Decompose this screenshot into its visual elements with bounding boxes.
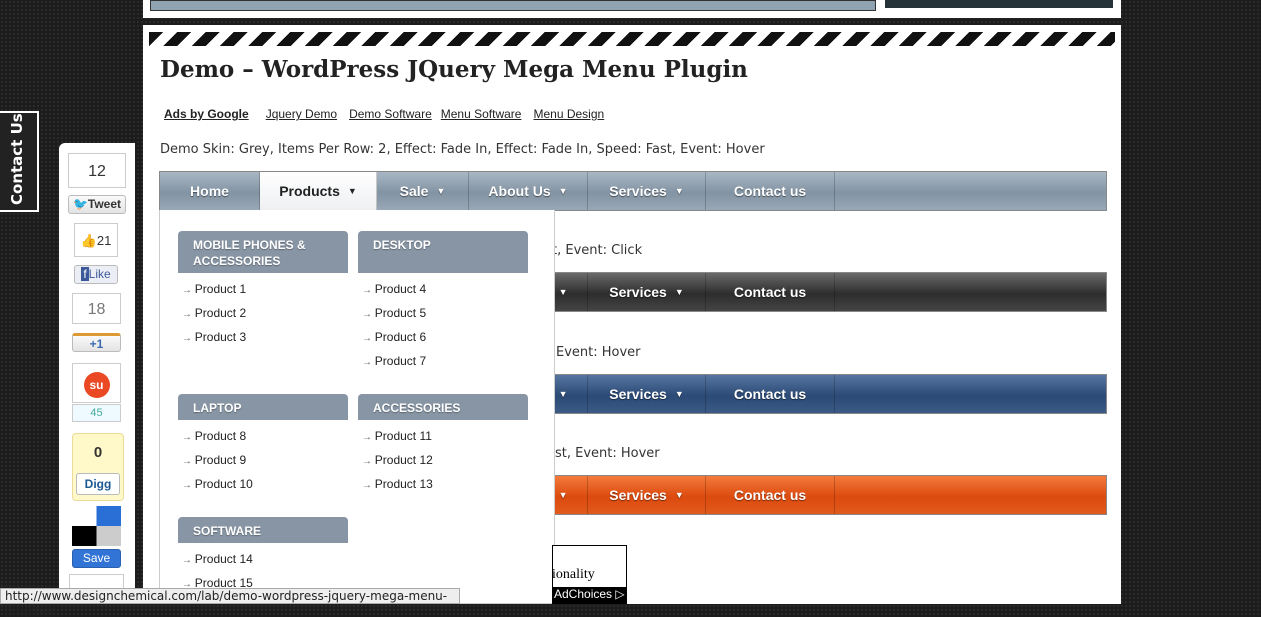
like-count: 👍21: [74, 223, 118, 257]
dropdown-product-link[interactable]: Product 13: [362, 477, 433, 491]
menu-item-label: Services: [609, 487, 667, 503]
ads-bar: Ads by Google Jquery Demo Demo Software …: [164, 107, 616, 121]
dropdown-product-link[interactable]: Product 6: [362, 330, 426, 344]
menu-item-label: Products: [279, 183, 340, 199]
dropdown-product-link[interactable]: Product 2: [182, 306, 246, 320]
menu-item-label: Contact us: [733, 183, 807, 199]
menu-item-services[interactable]: Services ▼: [588, 273, 706, 311]
menu-item-label: Sale: [399, 183, 429, 199]
caret-down-icon: ▼: [347, 186, 357, 196]
facebook-icon: f: [81, 267, 89, 281]
stumbleupon-button[interactable]: su: [72, 363, 121, 403]
adchoices-link[interactable]: AdChoices ▷: [552, 587, 627, 604]
header-banner: [885, 0, 1113, 8]
caret-down-icon: ▼: [558, 389, 568, 399]
dropdown-product-link[interactable]: Product 4: [362, 282, 426, 296]
demo-description: Event: Hover: [556, 345, 641, 360]
plusone-count: 18: [72, 293, 121, 324]
menu-item-label: About Us: [488, 183, 551, 199]
dropdown-product-link[interactable]: Product 5: [362, 306, 426, 320]
tweet-count: 12: [68, 153, 126, 188]
dropdown-group-header: DESKTOP: [358, 231, 528, 273]
menu-item-about-us[interactable]: About Us ▼: [469, 172, 588, 210]
ad-link[interactable]: Jquery Demo: [266, 107, 337, 121]
menu-item-label: Home: [190, 183, 229, 199]
dropdown-product-link[interactable]: Product 12: [362, 453, 433, 467]
dropdown-product-link[interactable]: Product 11: [362, 429, 432, 443]
menu-item-contact-us[interactable]: Contact us: [706, 476, 835, 514]
menu-item-services[interactable]: Services ▼: [588, 375, 706, 413]
caret-down-icon: ▼: [674, 287, 684, 297]
demo-description: t, Event: Click: [552, 243, 643, 258]
stumbleupon-icon: su: [83, 372, 110, 398]
ad-link[interactable]: Demo Software: [349, 107, 432, 121]
menu-item-label: Contact us: [733, 284, 807, 300]
dropdown-group-header: LAPTOP: [178, 394, 348, 420]
menu-item-label: Contact us: [733, 487, 807, 503]
demo-description: ast, Event: Hover: [547, 446, 660, 461]
social-share-bar: 12 🐦Tweet 👍21 f Like 18 +1 su 45 0 Digg S…: [59, 143, 135, 604]
delicious-icon: [72, 506, 121, 546]
tweet-button[interactable]: 🐦Tweet: [68, 195, 126, 214]
page-title: Demo – WordPress JQuery Mega Menu Plugin: [160, 56, 748, 83]
ad-text: ionality: [552, 567, 595, 582]
dropdown-product-link[interactable]: Product 9: [182, 453, 246, 467]
thumbs-up-icon: 👍: [80, 233, 97, 248]
caret-down-icon: ▼: [558, 186, 568, 196]
caret-down-icon: ▼: [674, 186, 684, 196]
dropdown-product-link[interactable]: Product 10: [182, 477, 253, 491]
mega-menu-grey: Home Products ▼ Sale ▼ About Us ▼ Services ▼ Cont…: [159, 171, 1107, 211]
menu-item-label: Services: [609, 284, 667, 300]
contact-us-label: Contact Us: [8, 113, 26, 205]
menu-item-home[interactable]: Home: [160, 172, 260, 210]
ad-link[interactable]: Menu Software: [441, 107, 522, 121]
dropdown-product-link[interactable]: Product 1: [182, 282, 246, 296]
menu-item-products[interactable]: Products ▼: [260, 172, 377, 210]
status-bar-url: http://www.designchemical.com/lab/demo-w…: [0, 588, 460, 617]
contact-us-tab[interactable]: Contact Us: [0, 111, 39, 212]
caret-down-icon: ▼: [674, 389, 684, 399]
dropdown-product-link[interactable]: Product 14: [182, 552, 253, 566]
facebook-like-button[interactable]: f Like: [74, 265, 118, 284]
dropdown-group-header: SOFTWARE: [178, 517, 348, 543]
menu-item-sale[interactable]: Sale ▼: [377, 172, 469, 210]
stumbleupon-count: 45: [72, 404, 121, 422]
delicious-save-button[interactable]: Save: [72, 549, 121, 568]
menu-item-label: Contact us: [733, 386, 807, 402]
dropdown-group-header: ACCESSORIES: [358, 394, 528, 420]
google-plusone-button[interactable]: +1: [72, 333, 121, 352]
dropdown-group-header: MOBILE PHONES & ACCESSORIES: [178, 231, 348, 273]
dropdown-product-link[interactable]: Product 7: [362, 354, 426, 368]
menu-item-contact-us[interactable]: Contact us: [706, 172, 835, 210]
twitter-bird-icon: 🐦: [72, 197, 88, 211]
digg-button[interactable]: Digg: [76, 473, 120, 495]
menu-item-label: Services: [609, 386, 667, 402]
dropdown-product-link[interactable]: Product 8: [182, 429, 246, 443]
ads-by-google-link[interactable]: Ads by Google: [164, 107, 249, 121]
caret-down-icon: ▼: [558, 287, 568, 297]
dropdown-product-link[interactable]: Product 3: [182, 330, 246, 344]
stripe-border: [149, 32, 1115, 46]
ad-link[interactable]: Menu Design: [533, 107, 604, 121]
products-dropdown: MOBILE PHONES & ACCESSORIES Product 1 Prod…: [159, 210, 555, 604]
menu-item-services[interactable]: Services ▼: [588, 172, 706, 210]
demo-description: Demo Skin: Grey, Items Per Row: 2, Effec…: [160, 142, 765, 157]
digg-count: 0: [93, 444, 103, 461]
menu-item-contact-us[interactable]: Contact us: [706, 375, 835, 413]
caret-down-icon: ▼: [436, 186, 446, 196]
caret-down-icon: ▼: [674, 490, 684, 500]
menu-item-contact-us[interactable]: Contact us: [706, 273, 835, 311]
menu-item-label: Services: [609, 183, 667, 199]
header-image: [150, 0, 876, 11]
menu-item-services[interactable]: Services ▼: [588, 476, 706, 514]
caret-down-icon: ▼: [558, 490, 568, 500]
